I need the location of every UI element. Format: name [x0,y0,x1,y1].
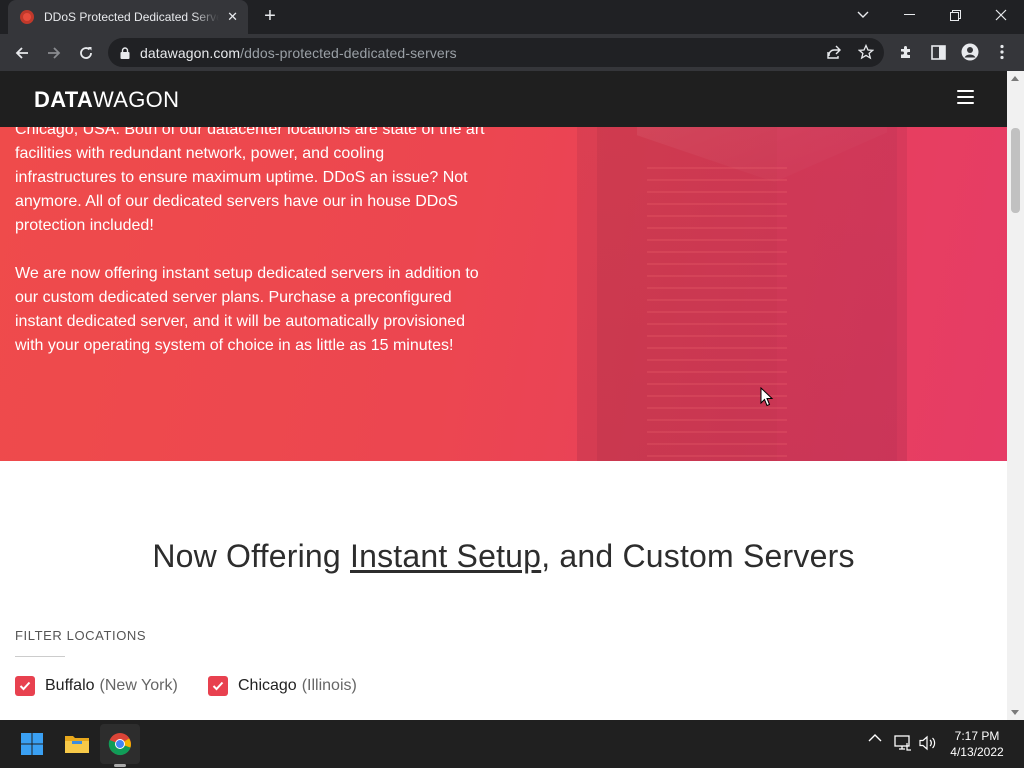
hero-paragraph-1: Chicago, USA. Both of our datacenter loc… [15,127,485,234]
chrome-icon[interactable] [104,728,136,760]
new-tab-button[interactable]: + [258,5,282,29]
hero-section: Chicago, USA. Both of our datacenter loc… [0,127,1007,461]
extensions-puzzle-icon[interactable] [895,41,917,63]
offering-heading: Now Offering Instant Setup, and Custom S… [152,538,855,574]
filter-locations-label: FILTER LOCATIONS [15,628,147,643]
tab-search-chevron-down-icon[interactable] [840,0,886,30]
speaker-volume-icon[interactable] [919,735,937,751]
clock-date: 4/13/2022 [950,745,1004,759]
filter-divider [15,656,65,657]
profile-avatar-icon[interactable] [959,41,981,63]
tab-close-icon[interactable]: ✕ [227,9,238,25]
bookmark-star-icon[interactable] [855,41,877,63]
minimize-button[interactable] [886,0,932,30]
file-explorer-icon[interactable] [61,728,93,760]
kebab-menu-icon[interactable] [991,41,1013,63]
url-text[interactable]: datawagon.com/ddos-protected-dedicated-s… [140,45,457,61]
clock-time: 7:17 PM [954,729,1000,743]
location-name: Buffalo [45,677,95,694]
reload-icon[interactable] [73,40,99,66]
hero-text: Chicago, USA. Both of our datacenter loc… [15,127,485,382]
browser-tab-strip: DDoS Protected Dedicated Servers ✕ + [0,0,1024,34]
site-favicon-icon [20,10,34,24]
address-bar[interactable]: datawagon.com/ddos-protected-dedicated-s… [108,38,884,67]
server-rack-image [577,127,907,461]
windows-start-icon[interactable] [16,728,48,760]
side-panel-icon[interactable] [927,41,949,63]
location-region: (Illinois) [301,677,357,694]
active-app-indicator [114,764,126,767]
forward-arrow-icon[interactable] [41,40,67,66]
datawagon-logo[interactable]: DATAWAGON [34,87,179,113]
lock-icon[interactable] [120,46,130,59]
tab-title: DDoS Protected Dedicated Servers [44,10,220,24]
hamburger-menu-icon[interactable] [957,90,974,104]
page-scrollbar[interactable] [1007,71,1024,720]
checkbox-checked-icon[interactable] [208,676,228,696]
checkbox-checked-icon[interactable] [15,676,35,696]
browser-toolbar: datawagon.com/ddos-protected-dedicated-s… [0,34,1024,71]
taskbar-clock[interactable]: 7:17 PM 4/13/2022 [944,728,1010,760]
close-window-button[interactable] [978,0,1024,30]
restore-button[interactable] [932,0,978,30]
location-region: (New York) [99,677,178,694]
hero-paragraph-2: We are now offering instant setup dedica… [15,265,479,354]
location-filter-buffalo[interactable]: Buffalo (New York) [15,676,178,696]
instant-setup-link[interactable]: Instant Setup [350,538,541,574]
site-header: DATAWAGON [0,71,1007,127]
share-icon[interactable] [823,41,845,63]
location-name: Chicago [238,677,297,694]
scrollbar-thumb[interactable] [1011,128,1020,213]
page-viewport: Chicago, USA. Both of our datacenter loc… [0,71,1024,720]
network-icon[interactable] [894,735,912,751]
mouse-pointer-icon [760,387,774,407]
scroll-up-arrow-icon[interactable] [1011,76,1019,81]
location-filter-chicago[interactable]: Chicago (Illinois) [208,676,357,696]
scroll-down-arrow-icon[interactable] [1011,710,1019,715]
browser-tab[interactable]: DDoS Protected Dedicated Servers ✕ [8,0,248,34]
show-hidden-icons-chevron-up-icon[interactable] [868,734,882,742]
windows-taskbar: 7:17 PM 4/13/2022 [0,720,1024,768]
back-arrow-icon[interactable] [9,40,35,66]
